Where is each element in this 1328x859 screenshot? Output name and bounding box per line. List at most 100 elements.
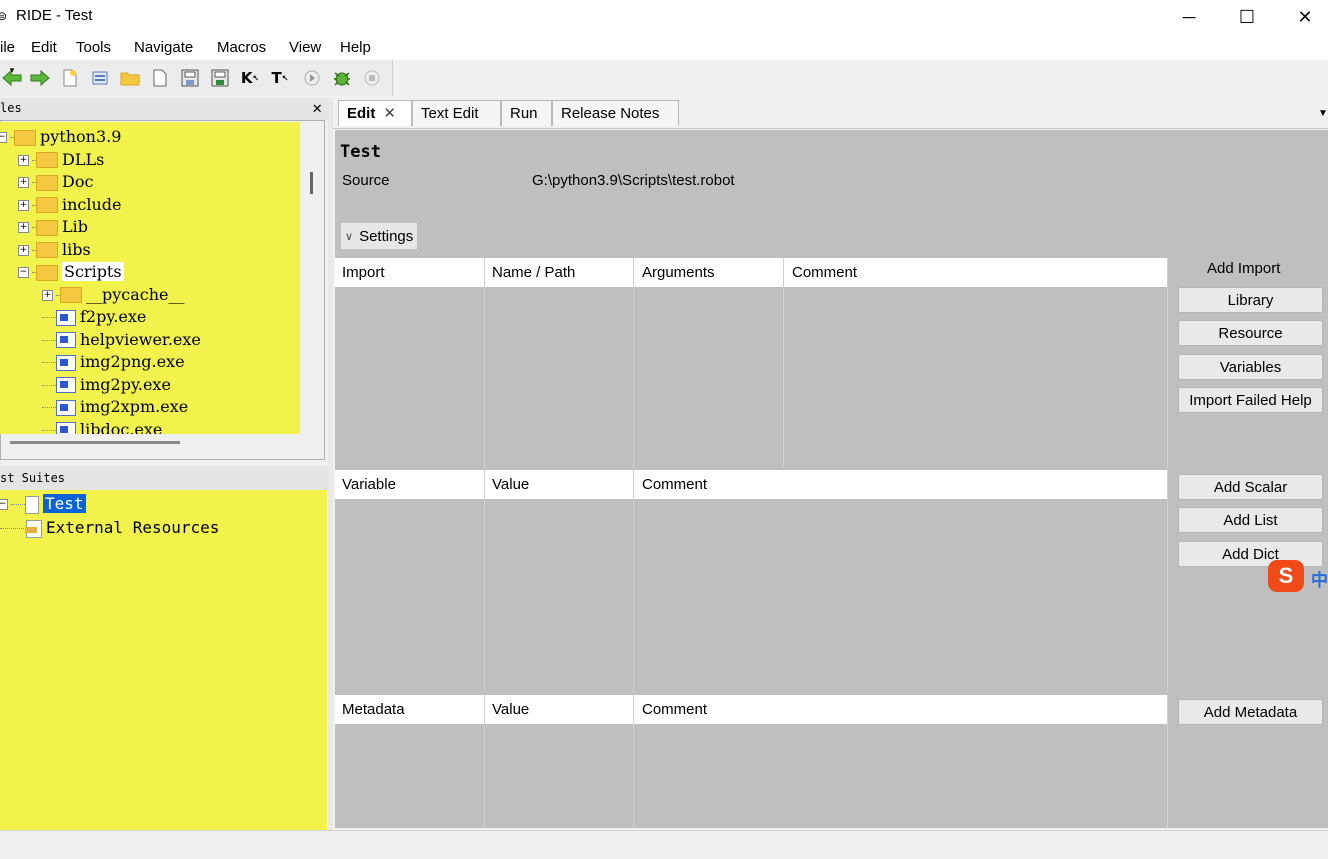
open-test-suite-icon[interactable] (90, 68, 110, 88)
add-scalar-button[interactable]: Add Scalar (1178, 474, 1323, 500)
new-file-icon[interactable] (150, 68, 170, 88)
tree-item[interactable]: f2py.exe (42, 306, 146, 328)
tree-item[interactable]: − python3.9 (0, 126, 121, 148)
add-import-label: Add Import (1207, 260, 1281, 277)
stop-icon[interactable] (362, 68, 382, 88)
search-keywords-icon[interactable]: K ↖ (240, 68, 260, 88)
save-all-icon[interactable] (210, 68, 230, 88)
tree-item-label: Lib (62, 217, 88, 236)
tree-item-label: img2py.exe (80, 374, 171, 394)
chevron-down-icon: ∨ (345, 230, 354, 243)
save-icon[interactable] (180, 68, 200, 88)
add-variables-button[interactable]: Variables (1178, 354, 1323, 380)
add-library-button[interactable]: Library (1178, 287, 1323, 313)
collapse-icon[interactable]: − (0, 499, 8, 510)
tree-item[interactable]: − Scripts (18, 261, 124, 283)
file-tree-vertical-scrollbar[interactable] (310, 172, 313, 194)
import-table-body[interactable] (335, 287, 1167, 468)
search-tests-icon[interactable]: T ↖ (270, 68, 290, 88)
open-directory-icon[interactable] (120, 68, 140, 88)
file-tree[interactable]: − python3.9 + DLLs + Doc + include + Lib + libs − Scr… (0, 122, 300, 434)
go-back-icon[interactable] (2, 68, 22, 88)
tree-item-test[interactable]: − Test (0, 493, 86, 515)
editor-tab-bar: Edit ✕ Text Edit Run Release Notes (333, 98, 1328, 129)
ime-mode-indicator[interactable]: 中 (1311, 566, 1328, 591)
debug-icon[interactable] (332, 68, 352, 88)
close-button[interactable]: ✕ (1276, 0, 1328, 34)
tree-item[interactable]: libdoc.exe (42, 419, 162, 434)
files-panel-close-icon[interactable]: ✕ (312, 98, 322, 117)
tree-item[interactable]: + include (18, 194, 122, 216)
toolbar-button-group: ▾ K ↖ T ↖ (0, 60, 393, 96)
tree-item[interactable]: helpviewer.exe (42, 329, 201, 351)
executable-file-icon (56, 377, 76, 393)
expand-icon[interactable]: + (18, 222, 29, 233)
sogou-ime-icon[interactable]: S (1268, 560, 1304, 592)
import-failed-help-button[interactable]: Import Failed Help (1178, 387, 1323, 413)
add-metadata-button[interactable]: Add Metadata (1178, 699, 1323, 725)
tree-item-label: External Resources (46, 518, 220, 537)
folder-icon (14, 129, 36, 146)
tab-release-notes[interactable]: Release Notes (552, 100, 679, 126)
tree-item[interactable]: img2py.exe (42, 374, 171, 396)
menu-edit[interactable]: Edit (31, 39, 57, 56)
tree-item-label: img2xpm.exe (80, 397, 189, 416)
expand-icon[interactable]: + (18, 244, 29, 256)
add-resource-button[interactable]: Resource (1178, 320, 1323, 346)
expand-icon[interactable]: + (18, 177, 29, 188)
tab-close-icon[interactable]: ✕ (383, 105, 396, 122)
tree-item[interactable]: + Lib (18, 216, 88, 238)
menu-file[interactable]: ile (0, 39, 15, 56)
folder-icon (36, 174, 58, 191)
window-title: RIDE - Test (16, 7, 93, 24)
settings-toggle[interactable]: ∨ Settings (341, 223, 418, 249)
column-divider (1167, 695, 1168, 828)
expand-icon[interactable]: + (18, 154, 29, 166)
run-icon[interactable] (302, 68, 322, 88)
column-divider (1167, 470, 1168, 692)
tree-item[interactable]: img2xpm.exe (42, 396, 188, 418)
metadata-table-body[interactable] (335, 724, 1167, 828)
expand-icon[interactable]: + (18, 199, 29, 211)
test-suites-panel-title: st Suites (0, 471, 66, 485)
collapse-icon[interactable]: − (18, 267, 29, 278)
test-suites-panel-header: st Suites (0, 466, 328, 490)
tab-label: Text Edit (421, 105, 479, 122)
menu-macros[interactable]: Macros (217, 39, 266, 56)
tree-item[interactable]: + DLLs (18, 149, 104, 171)
file-tree-horizontal-scrollbar[interactable] (10, 441, 180, 444)
test-suites-tree[interactable]: − Test External Resources (0, 490, 327, 830)
tree-item-external-resources[interactable]: External Resources (0, 517, 219, 539)
maximize-button[interactable]: ☐ (1218, 0, 1276, 34)
new-project-icon[interactable] (60, 68, 80, 88)
tab-edit[interactable]: Edit ✕ (338, 100, 412, 126)
suite-name-title: Test (340, 142, 381, 162)
tree-item-label: Test (43, 494, 86, 513)
collapse-icon[interactable]: − (0, 132, 7, 143)
title-bar: ⊜ RIDE - Test ─ ☐ ✕ (0, 0, 1328, 34)
expand-icon[interactable]: + (42, 289, 53, 301)
go-forward-icon[interactable] (30, 68, 50, 88)
menu-view[interactable]: View (289, 39, 321, 56)
tab-run[interactable]: Run (501, 100, 552, 126)
tree-item[interactable]: + Doc (18, 171, 93, 193)
column-header-comment: Comment (642, 476, 708, 493)
variable-table-body[interactable] (335, 499, 1167, 692)
minimize-button[interactable]: ─ (1160, 0, 1218, 34)
add-list-button[interactable]: Add List (1178, 507, 1323, 533)
tree-item[interactable]: img2png.exe (42, 351, 185, 373)
column-header-name-path: Name / Path (492, 264, 576, 281)
tree-item-label: Scripts (62, 262, 124, 281)
menu-navigate[interactable]: Navigate (134, 39, 193, 56)
menu-tools[interactable]: Tools (76, 39, 111, 56)
external-resources-icon (25, 519, 42, 538)
tree-item[interactable]: + libs (18, 239, 91, 261)
tab-menu-chevron-down-icon[interactable]: ▼ (1318, 108, 1328, 119)
tree-item[interactable]: + __pycache__ (42, 284, 185, 306)
executable-file-icon (56, 422, 76, 434)
folder-icon (60, 287, 82, 303)
menu-help[interactable]: Help (340, 39, 371, 56)
tab-label: Run (510, 105, 538, 122)
executable-file-icon (56, 309, 76, 326)
tab-text-edit[interactable]: Text Edit (412, 100, 501, 126)
